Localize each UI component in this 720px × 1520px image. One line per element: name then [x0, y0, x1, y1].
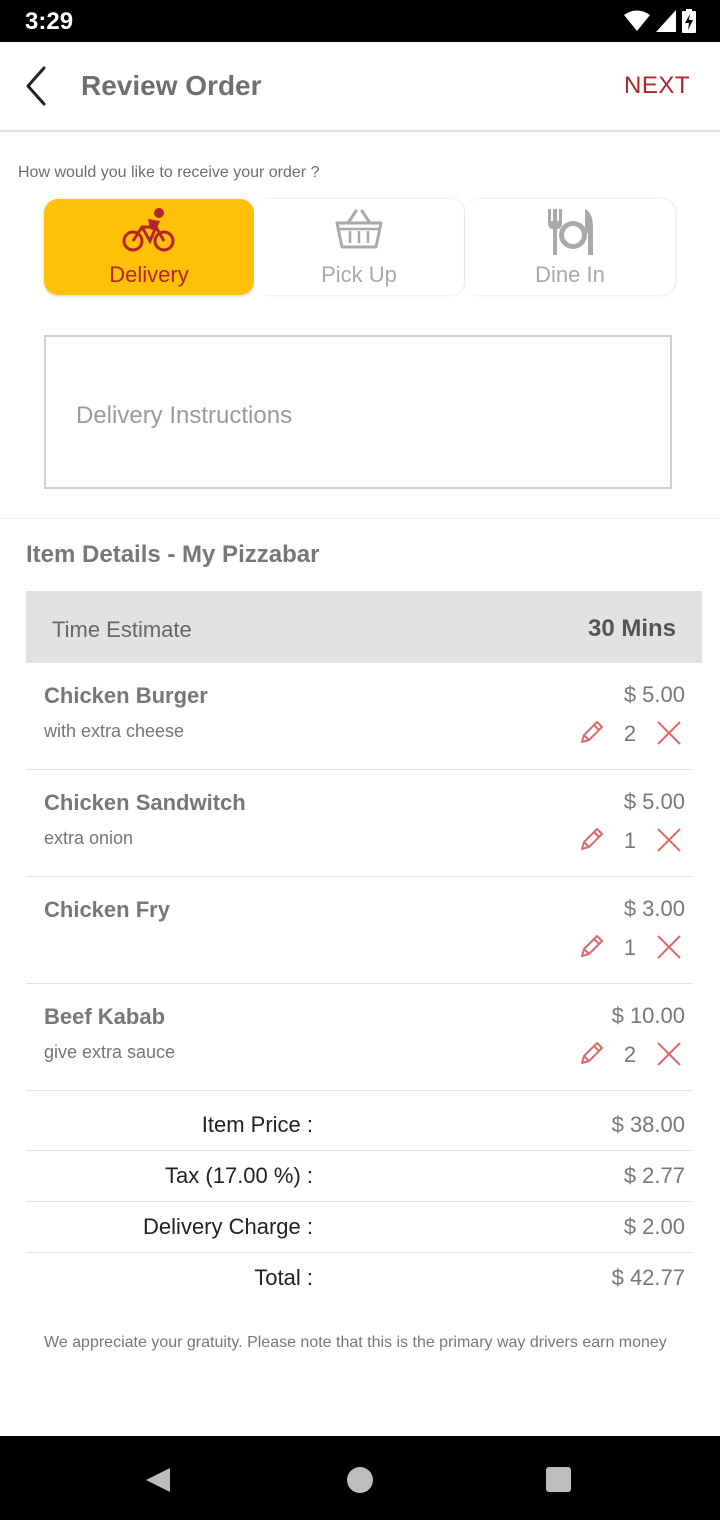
back-arrow-icon[interactable] [20, 64, 60, 108]
item-price: $ 5.00 [623, 682, 685, 707]
option-dine-in-label: Dine In [535, 262, 605, 287]
delivery-instructions-field[interactable]: Delivery Instructions [44, 335, 672, 489]
item-quantity: 1 [623, 935, 637, 960]
time-estimate-value: 30 Mins [587, 615, 676, 642]
item-price: $ 5.00 [623, 789, 685, 814]
summary-item-price: Item Price : $ 38.00 [26, 1100, 693, 1151]
pencil-icon[interactable] [576, 825, 606, 855]
close-icon[interactable] [656, 720, 682, 746]
close-icon[interactable] [656, 827, 682, 853]
item-note: give extra sauce [44, 1042, 176, 1062]
page-title: Review Order [81, 70, 262, 101]
item-details-title: Item Details - My Pizzabar [26, 541, 320, 568]
nav-recents-icon[interactable] [545, 1466, 572, 1493]
summary-total: Total : $ 42.77 [26, 1253, 693, 1304]
signal-icon [656, 10, 676, 32]
status-time: 3:29 [25, 8, 74, 35]
close-icon[interactable] [656, 934, 682, 960]
item-quantity: 1 [623, 828, 637, 853]
pencil-icon[interactable] [576, 718, 606, 748]
summary-value: $ 2.00 [623, 1214, 685, 1239]
item-price: $ 10.00 [611, 1003, 685, 1028]
summary-delivery-charge: Delivery Charge : $ 2.00 [26, 1202, 693, 1253]
summary-value: $ 38.00 [611, 1112, 685, 1137]
status-icons [624, 9, 696, 33]
summary-label: Delivery Charge : [143, 1214, 313, 1239]
delivery-instructions-placeholder: Delivery Instructions [76, 402, 293, 429]
item-name: Chicken Burger [44, 683, 208, 708]
battery-charging-icon [682, 9, 696, 33]
pencil-icon[interactable] [576, 932, 606, 962]
app-bar: Review Order NEXT [0, 42, 720, 132]
option-delivery[interactable]: Delivery [44, 199, 254, 295]
nav-home-icon[interactable] [346, 1466, 374, 1494]
nav-back-icon[interactable] [144, 1466, 172, 1494]
order-item: Chicken Fry $ 3.00 1 [26, 877, 693, 984]
order-type-question: How would you like to receive your order… [18, 164, 320, 181]
time-estimate-row: Time Estimate 30 Mins [26, 591, 702, 663]
option-delivery-label: Delivery [109, 262, 189, 287]
section-divider [0, 518, 720, 519]
item-price: $ 3.00 [623, 896, 685, 921]
pencil-icon[interactable] [576, 1039, 606, 1069]
item-quantity: 2 [623, 1042, 637, 1067]
item-note: extra onion [44, 828, 134, 848]
basket-icon [335, 209, 383, 249]
close-icon[interactable] [656, 1041, 682, 1067]
order-item: Chicken Burger with extra cheese $ 5.00 … [26, 663, 693, 770]
system-nav-bar [0, 1436, 720, 1520]
gratuity-note: We appreciate your gratuity. Please note… [44, 1334, 667, 1351]
option-pick-up-label: Pick Up [321, 262, 397, 287]
next-button[interactable]: NEXT [624, 72, 690, 100]
option-pick-up[interactable]: Pick Up [254, 199, 464, 295]
summary-label: Tax (17.00 %) : [165, 1163, 313, 1188]
status-bar: 3:29 [0, 0, 720, 42]
summary-label: Item Price : [201, 1112, 313, 1137]
wifi-icon [624, 10, 650, 31]
summary-value: $ 2.77 [623, 1163, 685, 1188]
order-item: Chicken Sandwitch extra onion $ 5.00 1 [26, 770, 693, 877]
plate-cutlery-icon [548, 209, 593, 255]
item-name: Chicken Fry [44, 897, 170, 922]
option-dine-in[interactable]: Dine In [465, 199, 675, 295]
order-item: Beef Kabab give extra sauce $ 10.00 2 [26, 984, 693, 1091]
bicycle-icon [122, 208, 175, 252]
summary-tax: Tax (17.00 %) : $ 2.77 [26, 1151, 693, 1202]
summary-value: $ 42.77 [611, 1265, 685, 1290]
summary-label: Total : [254, 1265, 313, 1290]
time-estimate-label: Time Estimate [52, 617, 192, 642]
item-name: Chicken Sandwitch [44, 790, 246, 815]
item-note: with extra cheese [44, 721, 185, 741]
item-name: Beef Kabab [44, 1004, 166, 1029]
item-quantity: 2 [623, 721, 637, 746]
